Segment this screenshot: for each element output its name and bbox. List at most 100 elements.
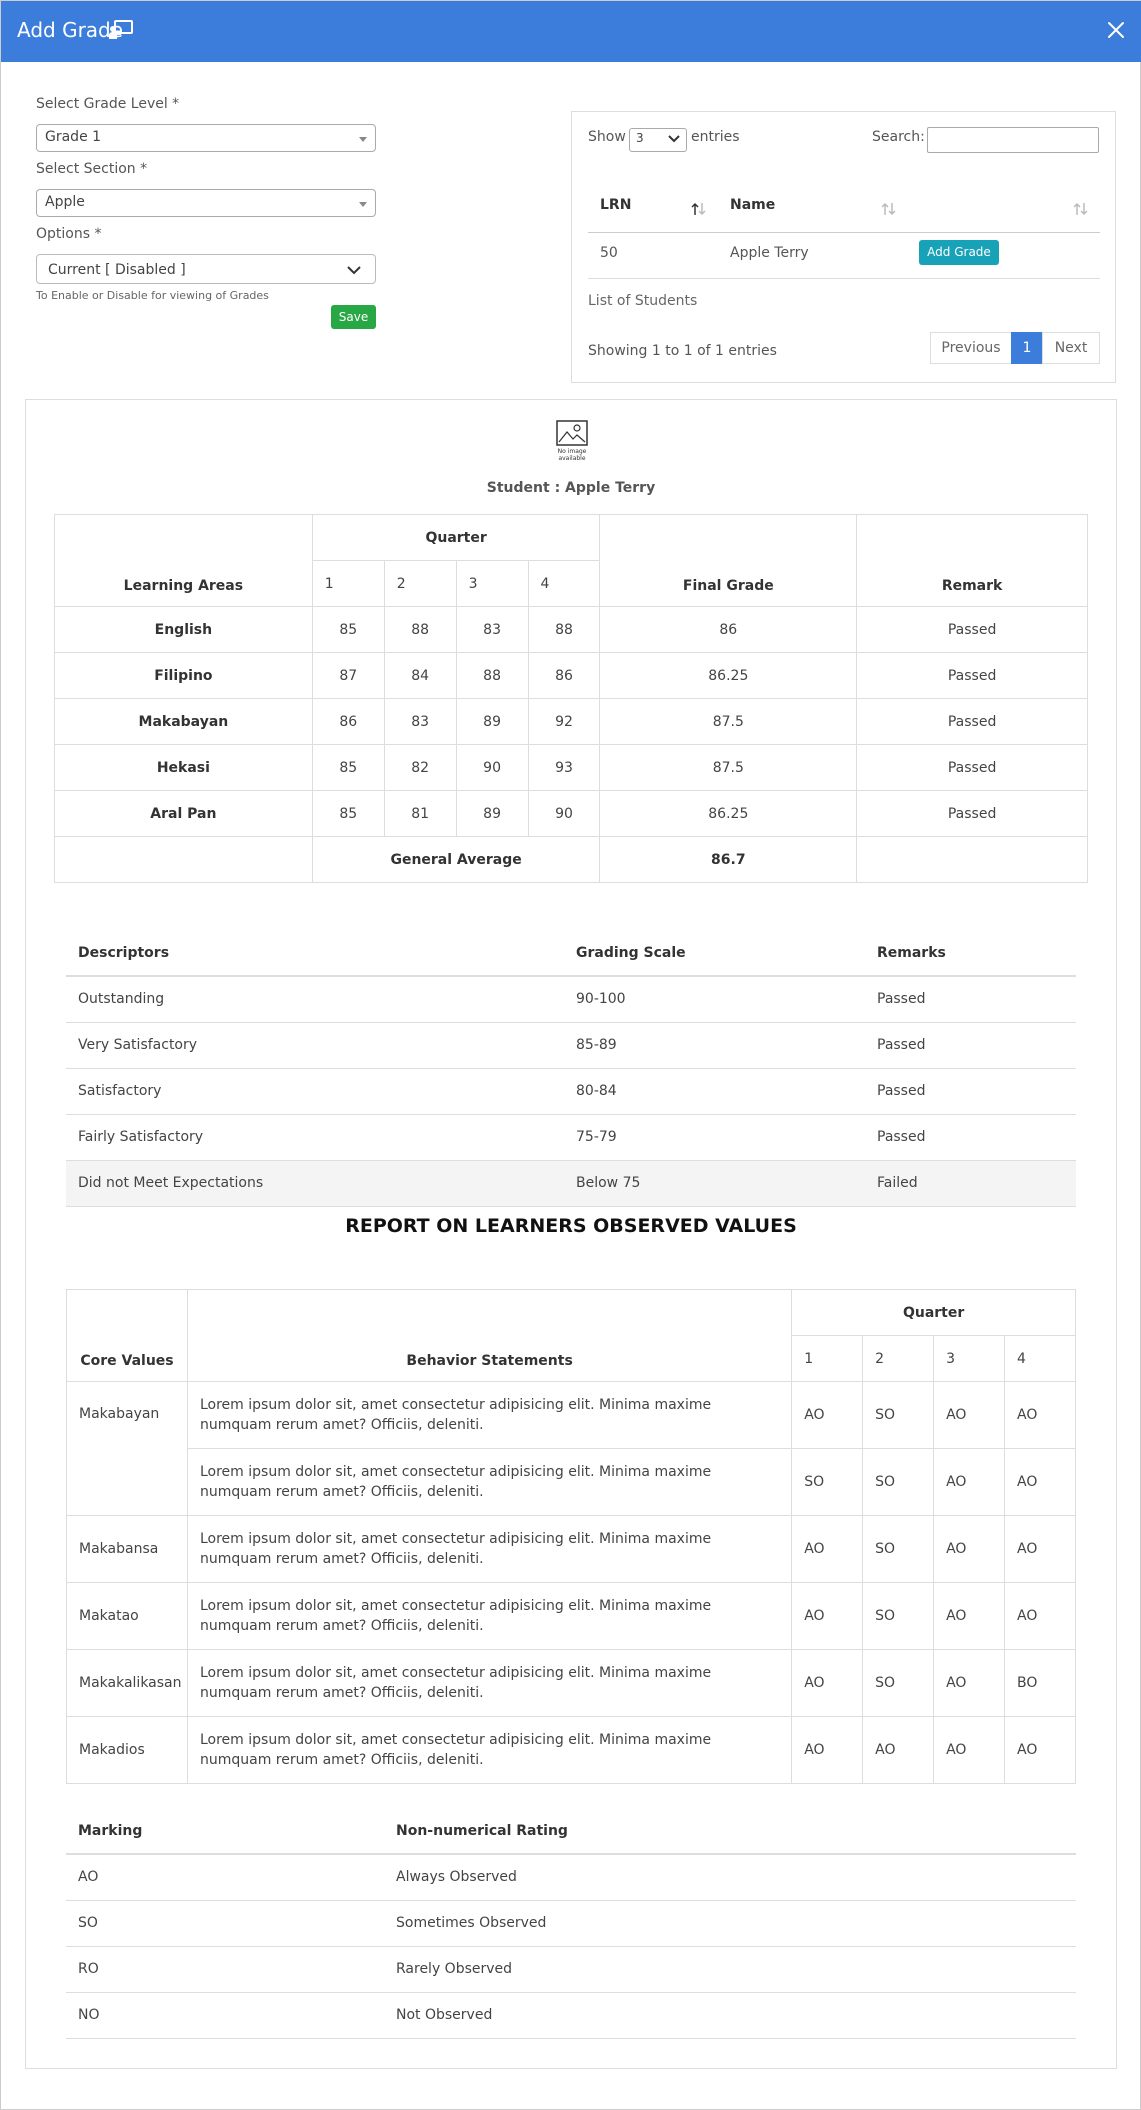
- descriptor-row: Fairly Satisfactory 75-79 Passed: [66, 1114, 1076, 1161]
- sort-icon[interactable]: [880, 202, 898, 216]
- header-q2: 2: [383, 560, 457, 607]
- modal-title: Add Grade: [17, 18, 124, 42]
- q3-cell: AO: [933, 1515, 1006, 1583]
- q2-cell: SO: [862, 1448, 935, 1516]
- marking-row: NO Not Observed: [66, 1992, 1076, 2039]
- sort-asc-icon[interactable]: [690, 202, 708, 216]
- remark-cell: Passed: [856, 606, 1088, 653]
- column-header-lrn[interactable]: LRN: [600, 197, 631, 213]
- remarks-cell: Passed: [865, 976, 1076, 1023]
- page-1-button[interactable]: 1: [1011, 332, 1043, 364]
- final-cell: 87.5: [599, 744, 858, 791]
- q2-cell: 81: [383, 790, 457, 837]
- remark-cell: Passed: [856, 790, 1088, 837]
- previous-button[interactable]: Previous: [930, 332, 1012, 364]
- entries-select[interactable]: 3: [629, 128, 687, 152]
- q4-cell: BO: [1004, 1649, 1076, 1717]
- final-cell: 87.5: [599, 698, 858, 745]
- q2-cell: 88: [383, 606, 457, 653]
- sort-icon[interactable]: [1072, 202, 1090, 216]
- search-input[interactable]: [927, 127, 1099, 153]
- header-marking: Marking: [66, 1808, 384, 1855]
- entries-value: 3: [636, 131, 644, 145]
- column-header-name[interactable]: Name: [730, 197, 775, 213]
- options-select[interactable]: Current [ Disabled ]: [36, 254, 376, 284]
- header-grading-scale: Grading Scale: [564, 930, 865, 977]
- rating-cell: Rarely Observed: [384, 1946, 1076, 1993]
- values-row: Makakalikasan Lorem ipsum dolor sit, ame…: [66, 1649, 1076, 1717]
- empty-cell: [856, 836, 1088, 883]
- header-q3: 3: [455, 560, 529, 607]
- header-q4: 4: [1004, 1335, 1076, 1382]
- next-button[interactable]: Next: [1042, 332, 1100, 364]
- values-row: Lorem ipsum dolor sit, amet consectetur …: [67, 1448, 1076, 1516]
- area-cell: English: [54, 606, 313, 653]
- descriptors-table: Descriptors Grading Scale Remarks Outsta…: [66, 930, 1076, 1207]
- core-value-cell: Makadios: [66, 1716, 188, 1784]
- general-average-value: 86.7: [599, 836, 858, 883]
- q1-cell: AO: [791, 1716, 864, 1784]
- remark-cell: Passed: [856, 698, 1088, 745]
- header-final-grade: Final Grade: [599, 514, 858, 607]
- save-button[interactable]: Save: [331, 305, 376, 329]
- q3-cell: 83: [455, 606, 529, 653]
- descriptor-cell: Did not Meet Expectations: [66, 1160, 564, 1207]
- q3-cell: AO: [933, 1716, 1006, 1784]
- remark-cell: Passed: [856, 744, 1088, 791]
- marking-row: RO Rarely Observed: [66, 1946, 1076, 1993]
- q3-cell: 88: [455, 652, 529, 699]
- header-quarter: Quarter: [311, 514, 601, 561]
- core-value-cell: Makabayan: [66, 1381, 188, 1516]
- q4-cell: 86: [527, 652, 601, 699]
- add-grade-button[interactable]: Add Grade: [919, 240, 999, 265]
- header-core-values: Core Values: [66, 1289, 188, 1382]
- grade-row: English 85 88 83 88 86 Passed: [54, 606, 1088, 653]
- marking-row: AO Always Observed: [66, 1854, 1076, 1901]
- scale-cell: 90-100: [564, 976, 865, 1023]
- caret-down-icon: [359, 202, 367, 207]
- values-row: Makabansa Lorem ipsum dolor sit, amet co…: [66, 1515, 1076, 1583]
- section-select[interactable]: Apple: [36, 189, 376, 217]
- values-row: Makabayan Lorem ipsum dolor sit, amet co…: [66, 1381, 1076, 1516]
- q2-cell: SO: [862, 1515, 935, 1583]
- rating-cell: Always Observed: [384, 1854, 1076, 1901]
- header-q3: 3: [933, 1335, 1006, 1382]
- header-behavior-statements: Behavior Statements: [186, 1289, 793, 1382]
- statement-cell: Lorem ipsum dolor sit, amet consectetur …: [186, 1381, 793, 1449]
- scale-cell: 80-84: [564, 1068, 865, 1115]
- general-average-label: General Average: [311, 836, 601, 883]
- student-name: Student : Apple Terry: [486, 480, 656, 496]
- scale-cell: Below 75: [564, 1160, 865, 1207]
- q1-cell: 85: [311, 606, 385, 653]
- students-panel: Show 3 entries Search: LRN Name 50 Apple…: [571, 111, 1116, 383]
- descriptor-row: Did not Meet Expectations Below 75 Faile…: [66, 1160, 1076, 1207]
- statement-cell: Lorem ipsum dolor sit, amet consectetur …: [186, 1448, 793, 1516]
- entries-label: entries: [691, 129, 740, 145]
- q1-cell: 85: [311, 790, 385, 837]
- q4-cell: AO: [1004, 1515, 1076, 1583]
- marking-table: Marking Non-numerical Rating AO Always O…: [66, 1808, 1076, 2039]
- header-remarks: Remarks: [865, 930, 1076, 977]
- values-table: Core Values Behavior Statements Quarter …: [66, 1289, 1076, 1784]
- descriptor-cell: Outstanding: [66, 976, 564, 1023]
- q1-cell: 86: [311, 698, 385, 745]
- statement-cell: Lorem ipsum dolor sit, amet consectetur …: [186, 1515, 793, 1583]
- grade-level-select[interactable]: Grade 1: [36, 124, 376, 152]
- q4-cell: 93: [527, 744, 601, 791]
- options-value: Current [ Disabled ]: [48, 262, 186, 278]
- remarks-cell: Passed: [865, 1068, 1076, 1115]
- q4-cell: 88: [527, 606, 601, 653]
- table-caption: List of Students: [588, 293, 698, 309]
- modal-header: Add Grade: [1, 1, 1141, 62]
- remarks-cell: Failed: [865, 1160, 1076, 1207]
- close-icon[interactable]: [1105, 19, 1127, 41]
- report-card: No image available Student : Apple Terry…: [25, 399, 1117, 2069]
- q3-cell: 89: [455, 790, 529, 837]
- marking-cell: AO: [66, 1854, 384, 1901]
- divider: [588, 278, 1100, 279]
- q3-cell: 89: [455, 698, 529, 745]
- header-descriptors: Descriptors: [66, 930, 564, 977]
- descriptor-row: Very Satisfactory 85-89 Passed: [66, 1022, 1076, 1069]
- chevron-down-icon: [347, 266, 361, 275]
- q1-cell: SO: [791, 1448, 864, 1516]
